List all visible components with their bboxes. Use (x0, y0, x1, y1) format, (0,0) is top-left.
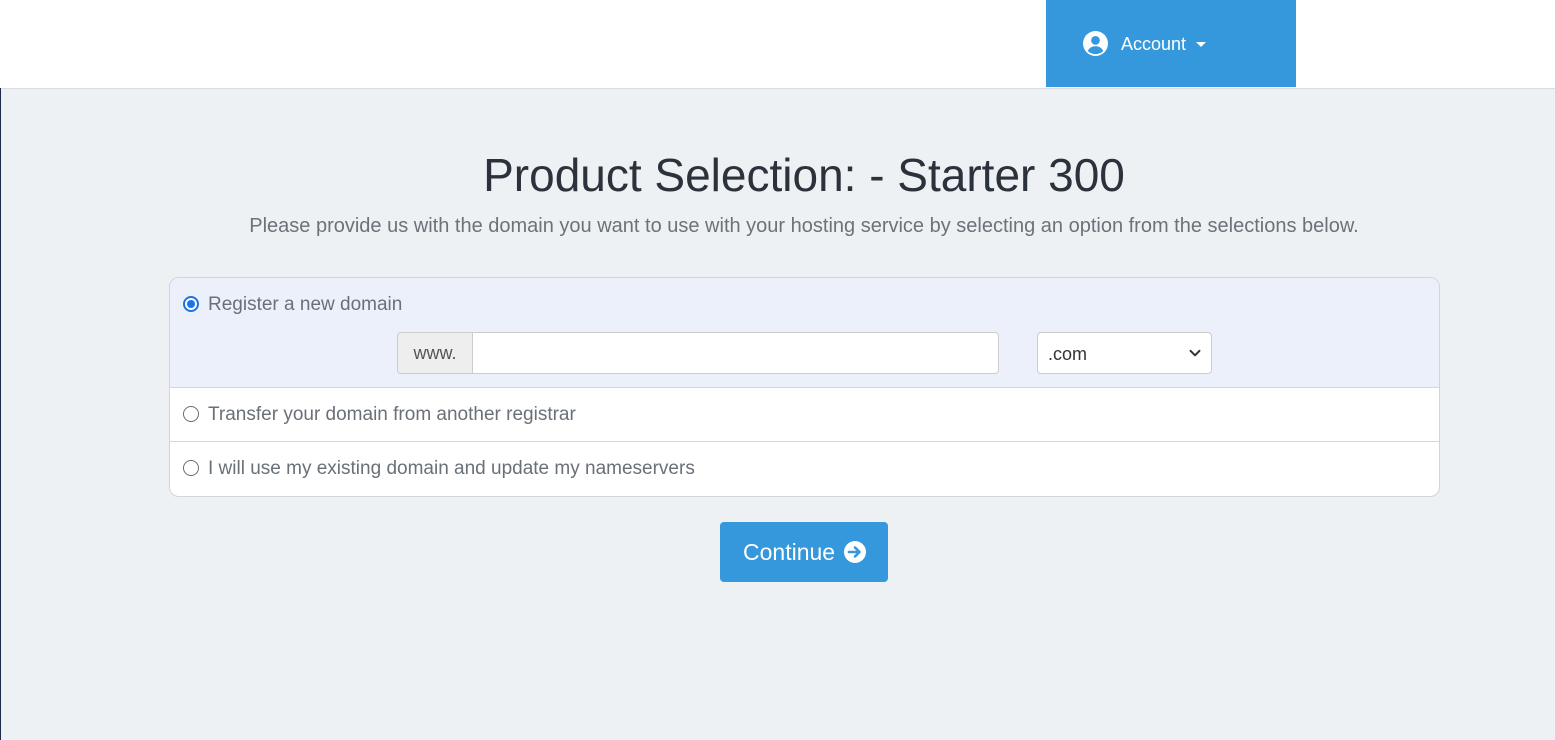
page-subtitle: Please provide us with the domain you wa… (249, 215, 1359, 237)
tld-selected-value: .com (1048, 344, 1088, 364)
caret-down-icon (1196, 42, 1206, 47)
continue-button[interactable]: Continue (720, 522, 888, 582)
register-option-label[interactable]: Register a new domain (208, 294, 402, 316)
option-transfer-domain[interactable]: Transfer your domain from another regist… (170, 388, 1439, 442)
transfer-option-label[interactable]: Transfer your domain from another regist… (208, 404, 576, 426)
continue-label: Continue (743, 539, 836, 565)
arrow-circle-right-icon (844, 541, 866, 563)
option-existing-domain[interactable]: I will use my existing domain and update… (170, 442, 1439, 496)
domain-name-input[interactable] (472, 332, 999, 374)
page-title: Product Selection: - Starter 300 (483, 149, 1125, 201)
transfer-radio[interactable] (183, 406, 199, 422)
top-navbar: Account (0, 0, 1555, 89)
user-circle-icon (1083, 31, 1108, 56)
chevron-down-icon (1189, 349, 1201, 357)
existing-option-label[interactable]: I will use my existing domain and update… (208, 458, 695, 480)
domain-options-panel: Register a new domain www. .com Transfer… (169, 277, 1440, 497)
account-menu-button[interactable]: Account (1046, 0, 1296, 87)
option-register-domain[interactable]: Register a new domain www. .com (170, 278, 1439, 388)
tld-select[interactable]: .com (1037, 332, 1212, 374)
account-label: Account (1121, 34, 1187, 54)
existing-radio[interactable] (183, 460, 199, 476)
www-prefix: www. (397, 332, 472, 374)
register-radio[interactable] (183, 296, 199, 312)
